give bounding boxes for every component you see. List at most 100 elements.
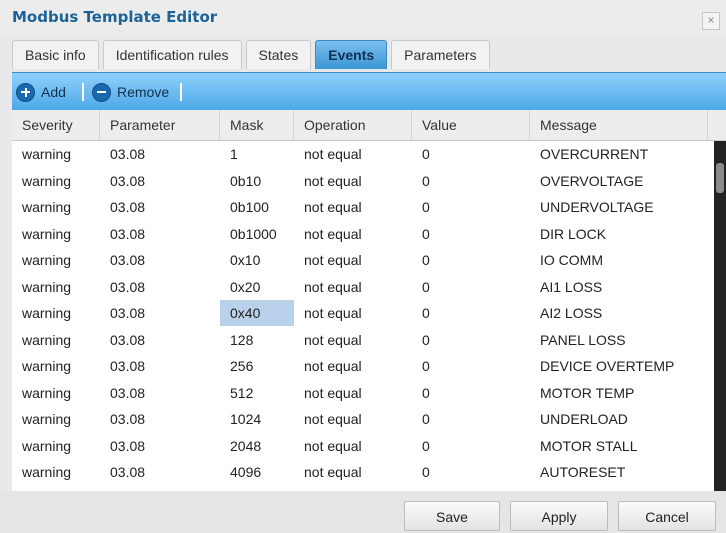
cell-mask[interactable]: 4096 <box>220 459 294 485</box>
cell-value[interactable]: 0 <box>412 406 530 432</box>
cell-operation[interactable]: not equal <box>294 406 412 432</box>
table-row[interactable]: warning 03.08 512 not equal 0 MOTOR TEMP <box>12 380 714 406</box>
table-row[interactable]: warning 03.08 0x10 not equal 0 IO COMM <box>12 247 714 273</box>
close-icon[interactable]: × <box>702 12 720 30</box>
vertical-scrollbar[interactable] <box>714 141 726 491</box>
cell-value[interactable]: 0 <box>412 459 530 485</box>
cell-message[interactable]: IO COMM <box>530 247 714 273</box>
table-row[interactable]: warning 03.08 4096 not equal 0 AUTORESET <box>12 459 714 485</box>
cell-severity[interactable]: warning <box>12 380 100 406</box>
table-row[interactable]: warning 03.08 0x40 not equal 0 AI2 LOSS <box>12 300 714 326</box>
cell-value[interactable]: 0 <box>412 353 530 379</box>
cell-message[interactable]: OVERCURRENT <box>530 141 714 167</box>
cancel-button[interactable]: Cancel <box>618 501 716 531</box>
cell-severity[interactable]: warning <box>12 433 100 459</box>
cell-message[interactable]: UNDERVOLTAGE <box>530 194 714 220</box>
remove-button[interactable]: Remove <box>92 81 169 103</box>
column-header-value[interactable]: Value <box>412 110 530 140</box>
cell-mask[interactable]: 512 <box>220 380 294 406</box>
cell-message[interactable]: UNDERLOAD <box>530 406 714 432</box>
column-header-operation[interactable]: Operation <box>294 110 412 140</box>
cell-mask[interactable]: 2048 <box>220 433 294 459</box>
cell-value[interactable]: 0 <box>412 327 530 353</box>
cell-message[interactable]: AI2 LOSS <box>530 300 714 326</box>
cell-operation[interactable]: not equal <box>294 221 412 247</box>
cell-message[interactable]: PANEL LOSS <box>530 327 714 353</box>
tab-identification-rules[interactable]: Identification rules <box>102 40 242 69</box>
cell-operation[interactable]: not equal <box>294 353 412 379</box>
cell-severity[interactable]: warning <box>12 353 100 379</box>
cell-severity[interactable]: warning <box>12 459 100 485</box>
column-header-message[interactable]: Message <box>530 110 708 140</box>
cell-mask[interactable]: 128 <box>220 327 294 353</box>
cell-severity[interactable]: warning <box>12 327 100 353</box>
cell-value[interactable]: 0 <box>412 221 530 247</box>
cell-operation[interactable]: not equal <box>294 194 412 220</box>
tab-parameters[interactable]: Parameters <box>391 40 490 69</box>
cell-operation[interactable]: not equal <box>294 247 412 273</box>
cell-operation[interactable]: not equal <box>294 327 412 353</box>
cell-parameter[interactable]: 03.08 <box>100 433 220 459</box>
cell-parameter[interactable]: 03.08 <box>100 141 220 167</box>
tab-states[interactable]: States <box>245 40 312 69</box>
cell-parameter[interactable]: 03.08 <box>100 221 220 247</box>
cell-parameter[interactable]: 03.08 <box>100 274 220 300</box>
save-button[interactable]: Save <box>404 501 500 531</box>
cell-value[interactable]: 0 <box>412 380 530 406</box>
cell-message[interactable]: AUTORESET <box>530 459 714 485</box>
cell-message[interactable]: MOTOR TEMP <box>530 380 714 406</box>
table-row[interactable]: warning 03.08 0x20 not equal 0 AI1 LOSS <box>12 274 714 300</box>
cell-value[interactable]: 0 <box>412 433 530 459</box>
tab-basic-info[interactable]: Basic info <box>12 40 99 69</box>
cell-operation[interactable]: not equal <box>294 141 412 167</box>
cell-value[interactable]: 0 <box>412 247 530 273</box>
cell-message[interactable]: MOTOR STALL <box>530 433 714 459</box>
table-row[interactable]: warning 03.08 1024 not equal 0 UNDERLOAD <box>12 406 714 432</box>
table-row[interactable]: warning 03.08 2048 not equal 0 MOTOR STALL <box>12 433 714 459</box>
cell-value[interactable]: 0 <box>412 141 530 167</box>
table-row[interactable]: warning 03.08 256 not equal 0 DEVICE OVERTEMP <box>12 353 714 379</box>
cell-operation[interactable]: not equal <box>294 300 412 326</box>
cell-parameter[interactable]: 03.08 <box>100 406 220 432</box>
cell-severity[interactable]: warning <box>12 141 100 167</box>
table-row[interactable]: warning 03.08 0b100 not equal 0 UNDERVOLTAGE <box>12 194 714 220</box>
column-header-mask[interactable]: Mask <box>220 110 294 140</box>
cell-parameter[interactable]: 03.08 <box>100 459 220 485</box>
cell-mask[interactable]: 0b1000 <box>220 221 294 247</box>
apply-button[interactable]: Apply <box>510 501 608 531</box>
scrollbar-thumb[interactable] <box>716 163 724 193</box>
cell-message[interactable]: AI1 LOSS <box>530 274 714 300</box>
cell-message[interactable]: OVERVOLTAGE <box>530 168 714 194</box>
cell-severity[interactable]: warning <box>12 406 100 432</box>
table-row[interactable]: warning 03.08 0b10 not equal 0 OVERVOLTAGE <box>12 168 714 194</box>
cell-severity[interactable]: warning <box>12 194 100 220</box>
cell-mask[interactable]: 0x10 <box>220 247 294 273</box>
add-button[interactable]: Add <box>16 81 66 103</box>
cell-severity[interactable]: warning <box>12 300 100 326</box>
cell-mask[interactable]: 0b100 <box>220 194 294 220</box>
cell-mask[interactable]: 256 <box>220 353 294 379</box>
cell-value[interactable]: 0 <box>412 300 530 326</box>
cell-message[interactable]: DEVICE OVERTEMP <box>530 353 714 379</box>
cell-parameter[interactable]: 03.08 <box>100 300 220 326</box>
cell-parameter[interactable]: 03.08 <box>100 327 220 353</box>
cell-severity[interactable]: warning <box>12 247 100 273</box>
table-row[interactable]: warning 03.08 0b1000 not equal 0 DIR LOCK <box>12 221 714 247</box>
column-header-severity[interactable]: Severity <box>12 110 100 140</box>
cell-mask[interactable]: 1024 <box>220 406 294 432</box>
cell-value[interactable]: 0 <box>412 274 530 300</box>
cell-operation[interactable]: not equal <box>294 433 412 459</box>
cell-mask[interactable]: 1 <box>220 141 294 167</box>
cell-parameter[interactable]: 03.08 <box>100 247 220 273</box>
cell-mask[interactable]: 0b10 <box>220 168 294 194</box>
cell-mask[interactable]: 0x40 <box>220 300 294 326</box>
cell-operation[interactable]: not equal <box>294 459 412 485</box>
cell-value[interactable]: 0 <box>412 194 530 220</box>
cell-operation[interactable]: not equal <box>294 380 412 406</box>
cell-message[interactable]: DIR LOCK <box>530 221 714 247</box>
cell-parameter[interactable]: 03.08 <box>100 380 220 406</box>
table-row[interactable]: warning 03.08 1 not equal 0 OVERCURRENT <box>12 141 714 167</box>
cell-parameter[interactable]: 03.08 <box>100 194 220 220</box>
cell-severity[interactable]: warning <box>12 274 100 300</box>
cell-parameter[interactable]: 03.08 <box>100 168 220 194</box>
